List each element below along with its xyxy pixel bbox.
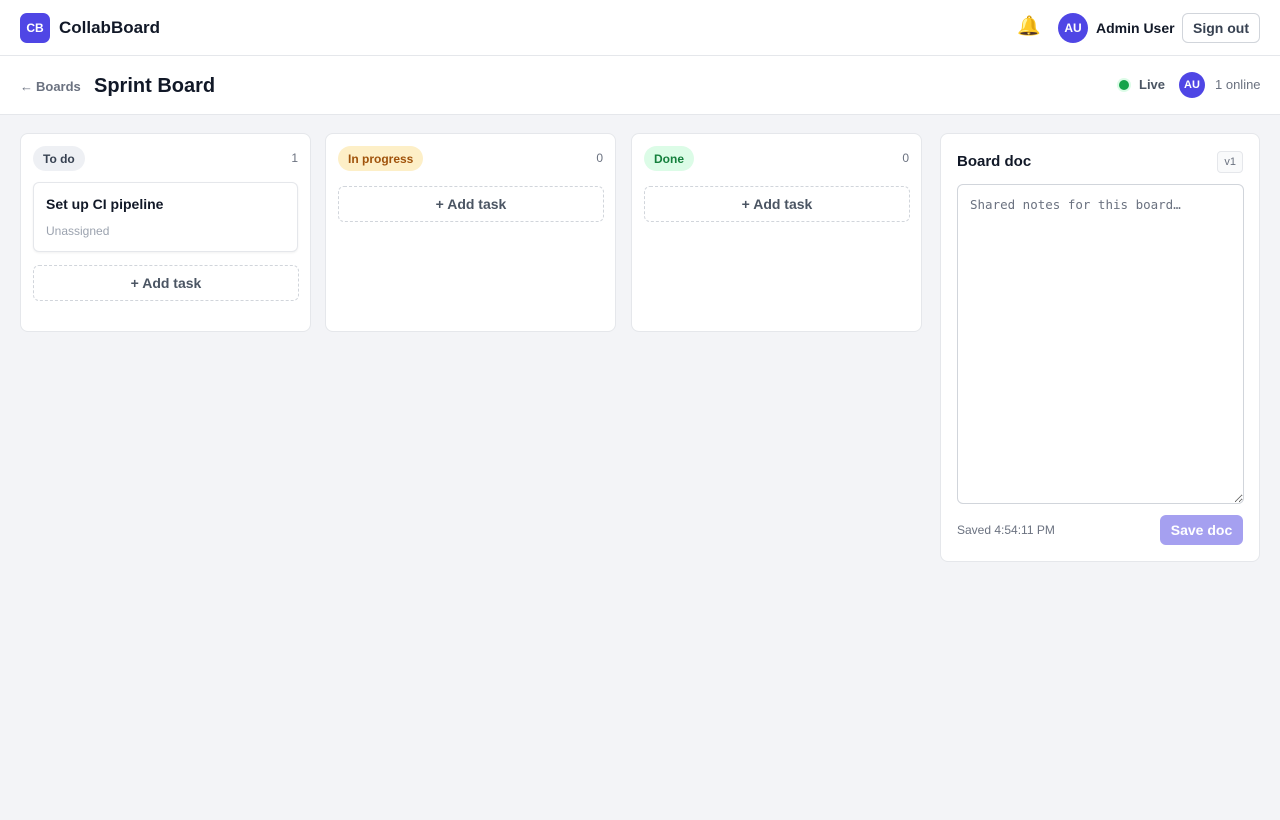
column-label-to-do: To do	[33, 146, 85, 171]
live-status-dot	[1119, 80, 1129, 90]
board-title: Sprint Board	[94, 75, 216, 97]
doc-notes-textarea[interactable]	[957, 184, 1244, 504]
column-label-in-progress: In progress	[338, 146, 424, 171]
save-doc-button[interactable]: Save doc	[1160, 515, 1243, 545]
arrow-left-icon: ←	[20, 79, 33, 94]
column-count: 0	[902, 151, 909, 165]
column-label-done: Done	[644, 146, 694, 171]
task-assignee: Unassigned	[46, 224, 110, 238]
back-to-boards-link[interactable]: ← Boards	[20, 79, 81, 95]
online-count: 1 online	[1215, 77, 1261, 92]
column-in-progress: In progress 0 + Add task	[325, 133, 616, 332]
task-card[interactable]: Set up CI pipeline Unassigned	[33, 182, 298, 252]
app-name[interactable]: CollabBoard	[59, 17, 160, 39]
live-status-label: Live	[1139, 77, 1166, 92]
user-avatar[interactable]: AU	[1058, 13, 1088, 43]
doc-saved-status: Saved 4:54:11 PM	[957, 523, 1055, 537]
column-to-do: To do 1 Set up CI pipeline Unassigned + …	[20, 133, 311, 332]
board-doc-panel: Board doc v1 Saved 4:54:11 PM Save doc	[940, 133, 1260, 562]
back-link-label: Boards	[36, 79, 81, 94]
doc-version-badge: v1	[1217, 151, 1243, 173]
add-task-button-done[interactable]: + Add task	[644, 186, 910, 222]
user-name: Admin User	[1096, 20, 1175, 36]
column-done: Done 0 + Add task	[631, 133, 922, 332]
task-title: Set up CI pipeline	[46, 196, 164, 212]
presence-avatar[interactable]: AU	[1179, 72, 1205, 98]
doc-title: Board doc	[957, 153, 1032, 170]
board-header: ← Boards Sprint Board Live AU 1 online	[0, 56, 1280, 115]
bell-icon[interactable]: 🔔	[1016, 14, 1042, 40]
add-task-button-in-progress[interactable]: + Add task	[338, 186, 604, 222]
sign-out-button[interactable]: Sign out	[1182, 13, 1260, 43]
app-header: CB CollabBoard 🔔 AU Admin User Sign out	[0, 0, 1280, 56]
app-logo[interactable]: CB	[20, 13, 50, 43]
add-task-button-to-do[interactable]: + Add task	[33, 265, 299, 301]
column-count: 1	[291, 151, 298, 165]
column-count: 0	[596, 151, 603, 165]
